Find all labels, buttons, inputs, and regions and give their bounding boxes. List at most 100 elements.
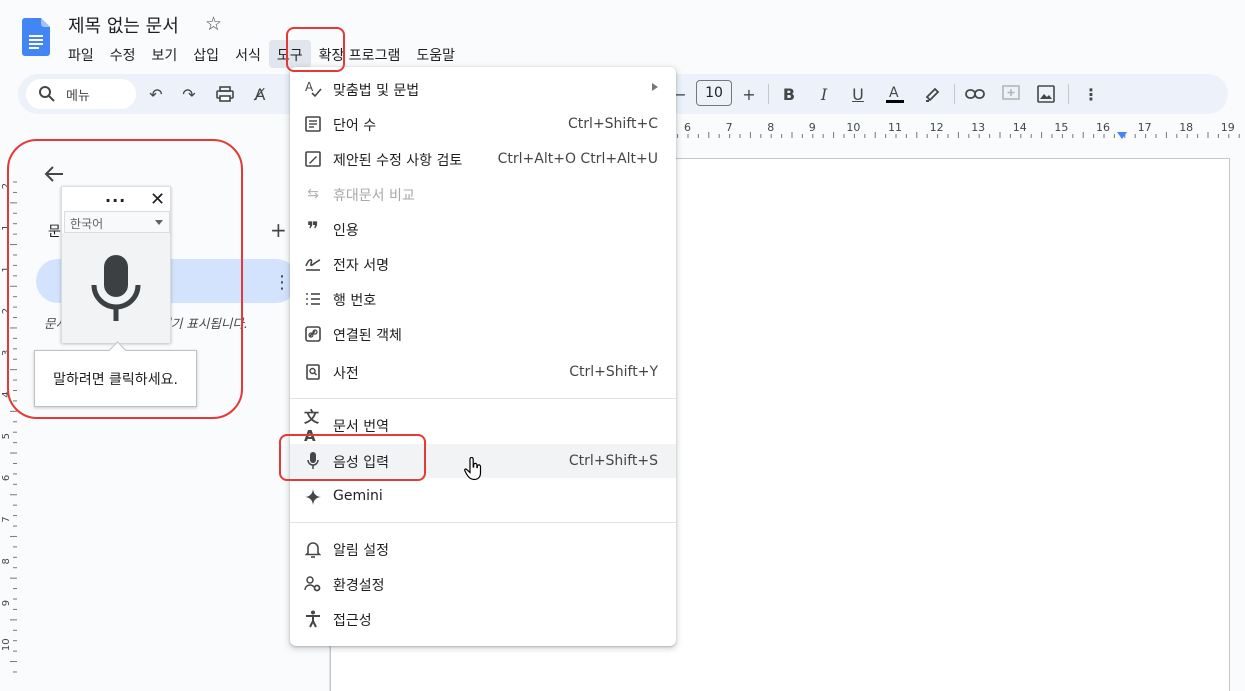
bell-icon [304,540,322,558]
ruler-label: 7 [1,516,12,522]
bold-icon[interactable]: B [777,82,801,106]
undo-icon[interactable]: ↶ [144,82,168,106]
highlight-tools-menu [286,27,345,72]
tab-more-icon[interactable]: ⋮ [273,272,291,293]
ruler-label: 16 [1096,121,1110,134]
menu-item-label: 문서 번역 [333,419,389,435]
menu-view[interactable]: 보기 [144,40,186,68]
redo-icon[interactable]: ↷ [177,82,201,106]
menu-item-label: 맞춤법 및 문법 [333,83,420,99]
search-icon [39,86,55,102]
tools-dropdown-menu: A 맞춤법 및 문법 단어 수 Ctrl+Shift+C 제안된 수정 사항 검… [290,67,676,646]
translate-icon: 文A [304,407,320,445]
ruler-label: 7 [726,121,733,134]
ruler-label: 8 [1,558,12,564]
menu-item-esignature[interactable]: 전자 서명 [290,247,676,281]
menu-item-shortcut: Ctrl+Alt+O Ctrl+Alt+U [497,151,658,167]
italic-icon[interactable]: I [812,82,836,106]
increase-font-size-icon[interactable]: + [737,82,761,106]
menu-item-label: 행 번호 [333,293,377,309]
ruler-label: 11 [888,121,902,134]
insert-image-icon[interactable] [1034,82,1058,106]
ruler-label: 12 [930,121,944,134]
ruler-label: 8 [767,121,774,134]
menu-item-linked-objects[interactable]: 연결된 객체 [290,317,676,351]
menu-search-box[interactable]: 메뉴 [26,79,136,109]
ruler-label: 18 [1179,121,1193,134]
menu-item-label: 사전 [333,366,359,382]
menu-item-shortcut: Ctrl+Shift+Y [569,364,658,380]
ruler-label: 15 [1054,121,1068,134]
highlight-voice-widget [7,139,243,419]
menu-item-accessibility[interactable]: 접근성 [290,602,676,636]
menu-item-dictionary[interactable]: 사전 Ctrl+Shift+Y [290,355,676,389]
menu-help[interactable]: 도움말 [408,40,463,68]
toolbar-divider [954,84,955,104]
word-count-icon [304,115,322,133]
accessibility-icon [304,610,322,628]
gemini-icon [304,488,322,506]
highlight-voice-typing [279,434,426,481]
link-icon[interactable] [963,82,987,106]
menu-divider [290,522,676,523]
ruler-label: 19 [1221,121,1235,134]
menu-item-word-count[interactable]: 단어 수 Ctrl+Shift+C [290,107,676,141]
menu-item-citations[interactable]: ❞ 인용 [290,212,676,246]
ruler-label: 10 [846,121,860,134]
right-indent-marker-icon[interactable] [1117,132,1127,139]
menu-item-label: 연결된 객체 [333,328,402,344]
ruler-label: 13 [971,121,985,134]
text-color-icon[interactable]: A [883,82,907,106]
dictionary-icon [304,363,322,381]
menu-item-notification-settings[interactable]: 알림 설정 [290,532,676,566]
submenu-arrow-icon [652,83,658,91]
underline-icon[interactable]: U [846,82,870,106]
menu-item-label: 알림 설정 [333,543,389,559]
preferences-icon [304,575,322,593]
ruler-label: 9 [809,121,816,134]
ruler-label: 6 [684,121,691,134]
quote-icon: ❞ [307,217,319,241]
menu-item-line-numbers[interactable]: 행 번호 [290,282,676,316]
menu-item-label: 환경설정 [333,578,385,594]
menu-format[interactable]: 서식 [227,40,269,68]
linked-objects-icon [304,325,322,343]
menu-item-shortcut: Ctrl+Shift+S [568,453,658,469]
docs-logo-icon[interactable] [22,18,50,56]
ruler-label: 17 [1138,121,1152,134]
star-icon[interactable]: ☆ [205,13,222,35]
font-size-input[interactable]: 10 [696,80,732,106]
add-tab-icon[interactable]: + [270,218,287,242]
print-icon[interactable] [213,82,237,106]
menu-item-label: Gemini [333,488,383,504]
menu-item-spelling-grammar[interactable]: A 맞춤법 및 문법 [290,72,676,106]
menu-item-preferences[interactable]: 환경설정 [290,567,676,601]
ruler-label: 9 [1,600,12,606]
compare-icon: ⇆ [307,186,319,202]
ruler-label: 5 [1,433,12,439]
menu-divider [290,398,676,399]
highlight-pen-icon[interactable] [920,82,944,106]
add-comment-icon[interactable] [999,82,1023,106]
svg-text:A: A [305,80,314,94]
menu-item-compare-documents[interactable]: ⇆ 휴대문서 비교 [290,177,676,211]
line-numbers-icon [304,290,322,308]
ruler-label: 10 [1,638,12,651]
hand-cursor-icon [464,457,482,481]
menu-search-label: 메뉴 [66,88,90,104]
ruler-label: 6 [1,475,12,481]
menu-item-label: 인용 [333,223,359,239]
menu-item-label: 제안된 수정 사항 검토 [333,153,463,169]
menu-edit[interactable]: 수정 [102,40,144,68]
menu-insert[interactable]: 삽입 [185,40,227,68]
menu-file[interactable]: 파일 [60,40,102,68]
document-title[interactable]: 제목 없는 문서 [68,12,179,38]
menu-item-label: 접근성 [333,613,372,629]
menu-item-review-edits[interactable]: 제안된 수정 사항 검토 Ctrl+Alt+O Ctrl+Alt+U [290,142,676,176]
menu-item-gemini[interactable]: Gemini [290,480,676,514]
spellcheck-toolbar-icon[interactable]: A̸ [248,82,272,106]
menu-item-shortcut: Ctrl+Shift+C [568,116,658,132]
more-options-icon[interactable]: ⋮ [1079,82,1103,106]
menu-item-label: 휴대문서 비교 [333,188,415,204]
menubar: 파일 수정 보기 삽입 서식 도구 확장 프로그램 도움말 [60,40,463,68]
